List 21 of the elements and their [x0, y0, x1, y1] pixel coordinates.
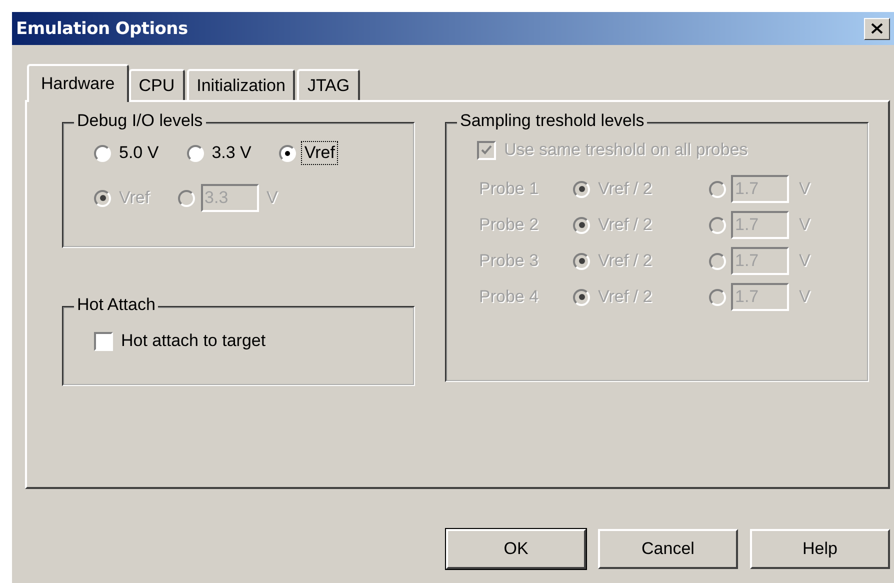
option-label: Vref — [302, 142, 337, 164]
dialog-button[interactable]: Cancel — [598, 529, 738, 569]
group-label: Debug I/O levels — [74, 111, 206, 131]
option-label: 3.3 V — [210, 142, 252, 164]
radio-button[interactable] — [186, 144, 204, 162]
option-label: 5.0 V — [118, 142, 160, 164]
dialog-button[interactable]: Help — [750, 529, 890, 569]
tab[interactable]: JTAG — [297, 69, 360, 100]
close-icon — [871, 23, 883, 34]
radio-button[interactable] — [94, 144, 111, 162]
dialog-button[interactable]: OK — [446, 529, 586, 569]
window-title: Emulation Options — [16, 18, 188, 38]
tab[interactable]: Initialization — [186, 69, 296, 100]
group-label: Sampling treshold levels — [457, 111, 648, 131]
close-button[interactable] — [864, 18, 890, 40]
tab[interactable]: Hardware — [27, 64, 129, 102]
checkbox-label: Hot attach to target — [120, 330, 267, 352]
check-mark-icon — [481, 145, 492, 155]
checkbox[interactable] — [94, 332, 113, 350]
tab[interactable]: CPU — [128, 69, 185, 100]
radio-button[interactable] — [279, 144, 296, 162]
